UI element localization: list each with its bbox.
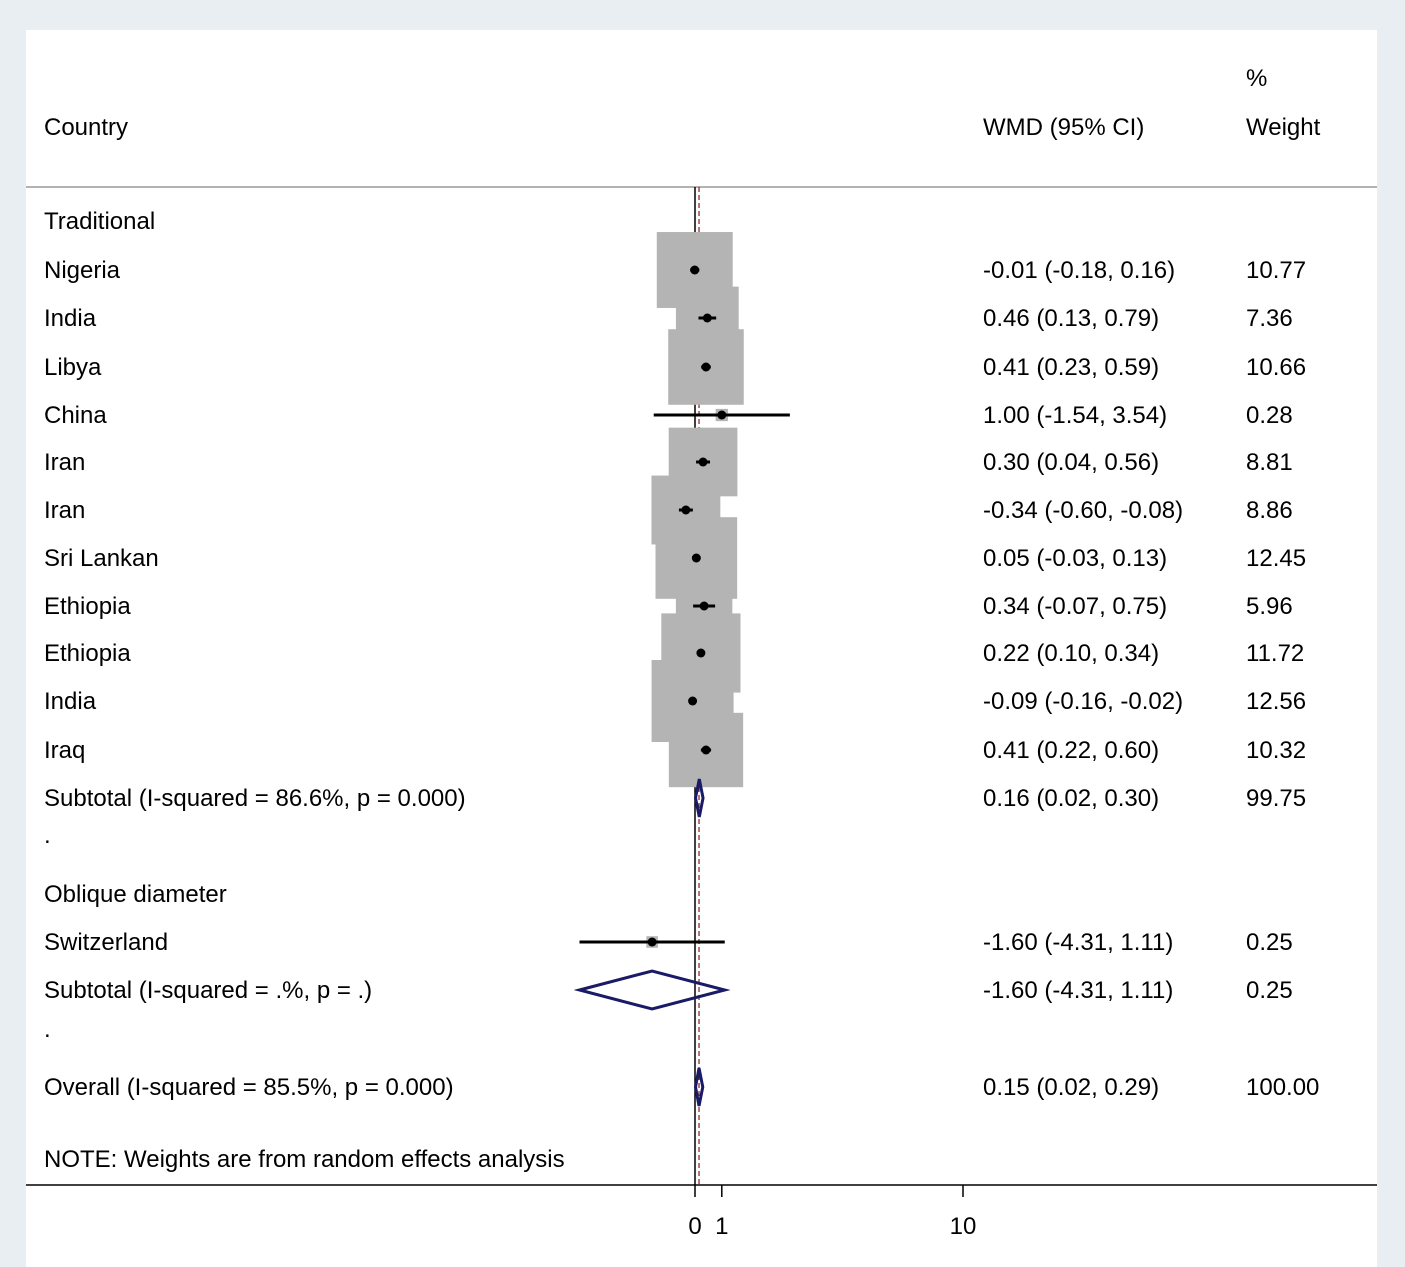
study-weight: 12.45 <box>1246 545 1306 572</box>
study-label: Iran <box>44 449 85 476</box>
study-label: Ethiopia <box>44 640 131 667</box>
study-label: Iran <box>44 497 85 524</box>
subtotal-ci: -1.60 (-4.31, 1.11) <box>983 977 1173 1004</box>
point-estimate <box>696 648 706 658</box>
study-weight: 10.32 <box>1246 737 1306 764</box>
overall-label: Overall (I-squared = 85.5%, p = 0.000) <box>44 1074 454 1101</box>
study-ci: -1.60 (-4.31, 1.11) <box>983 929 1173 956</box>
study-label: Iraq <box>44 737 85 764</box>
header-wmd: WMD (95% CI) <box>983 114 1144 141</box>
study-weight: 8.81 <box>1246 449 1293 476</box>
point-estimate <box>702 313 712 323</box>
study-ci: 0.41 (0.22, 0.60) <box>983 737 1159 764</box>
group-label: Oblique diameter <box>44 881 227 908</box>
study-ci: 0.34 (-0.07, 0.75) <box>983 593 1167 620</box>
study-label: Nigeria <box>44 257 121 284</box>
header-weight: Weight <box>1246 114 1321 141</box>
point-estimate <box>647 937 657 947</box>
study-ci: 0.46 (0.13, 0.79) <box>983 305 1159 332</box>
point-estimate <box>699 601 709 611</box>
study-ci: 0.05 (-0.03, 0.13) <box>983 545 1167 572</box>
header-weight-percent: % <box>1246 65 1267 92</box>
point-estimate <box>701 362 711 372</box>
x-tick-label: 0 <box>688 1213 701 1240</box>
study-label: China <box>44 402 107 429</box>
study-label: Switzerland <box>44 929 168 956</box>
group-label: Traditional <box>44 208 155 235</box>
study-weight: 5.96 <box>1246 593 1293 620</box>
study-weight: 10.77 <box>1246 257 1306 284</box>
footnote: NOTE: Weights are from random effects an… <box>44 1146 565 1173</box>
header-country: Country <box>44 114 128 141</box>
x-tick-label: 1 <box>715 1213 728 1240</box>
overall-weight: 100.00 <box>1246 1074 1319 1101</box>
study-weight: 7.36 <box>1246 305 1293 332</box>
overall-ci: 0.15 (0.02, 0.29) <box>983 1074 1159 1101</box>
study-ci: -0.34 (-0.60, -0.08) <box>983 497 1183 524</box>
subtotal-label: Subtotal (I-squared = .%, p = .) <box>44 977 372 1004</box>
study-label: Sri Lankan <box>44 545 159 572</box>
point-estimate <box>701 745 711 755</box>
subtotal-ci: 0.16 (0.02, 0.30) <box>983 785 1159 812</box>
point-estimate <box>690 265 700 275</box>
study-weight: 10.66 <box>1246 354 1306 381</box>
study-ci: 1.00 (-1.54, 3.54) <box>983 402 1167 429</box>
forest-plot: Country WMD (95% CI)% Weight Traditional Nig… <box>26 65 1377 1240</box>
study-ci: 0.22 (0.10, 0.34) <box>983 640 1159 667</box>
group-separator: . <box>44 1016 51 1043</box>
study-ci: -0.09 (-0.16, -0.02) <box>983 688 1183 715</box>
point-estimate <box>691 553 701 563</box>
study-weight: 8.86 <box>1246 497 1293 524</box>
subtotal-label: Subtotal (I-squared = 86.6%, p = 0.000) <box>44 785 466 812</box>
study-ci: 0.30 (0.04, 0.56) <box>983 449 1159 476</box>
study-ci: 0.41 (0.23, 0.59) <box>983 354 1159 381</box>
study-ci: -0.01 (-0.18, 0.16) <box>983 257 1175 284</box>
study-weight: 0.25 <box>1246 929 1293 956</box>
study-label: Ethiopia <box>44 593 131 620</box>
point-estimate <box>698 457 708 467</box>
study-weight: 11.72 <box>1246 640 1304 667</box>
plot-panel: Country WMD (95% CI)% Weight Traditional Nig… <box>26 30 1377 1267</box>
study-weight: 12.56 <box>1246 688 1306 715</box>
study-label: India <box>44 305 97 332</box>
point-estimate <box>688 696 698 706</box>
x-tick-label: 10 <box>950 1213 977 1240</box>
study-label: Libya <box>44 354 102 381</box>
point-estimate <box>681 505 691 515</box>
group-separator: . <box>44 822 51 849</box>
study-label: India <box>44 688 97 715</box>
subtotal-diamond <box>573 969 731 1011</box>
point-estimate <box>717 410 727 420</box>
subtotal-weight: 0.25 <box>1246 977 1293 1004</box>
subtotal-weight: 99.75 <box>1246 785 1306 812</box>
study-weight: 0.28 <box>1246 402 1293 429</box>
